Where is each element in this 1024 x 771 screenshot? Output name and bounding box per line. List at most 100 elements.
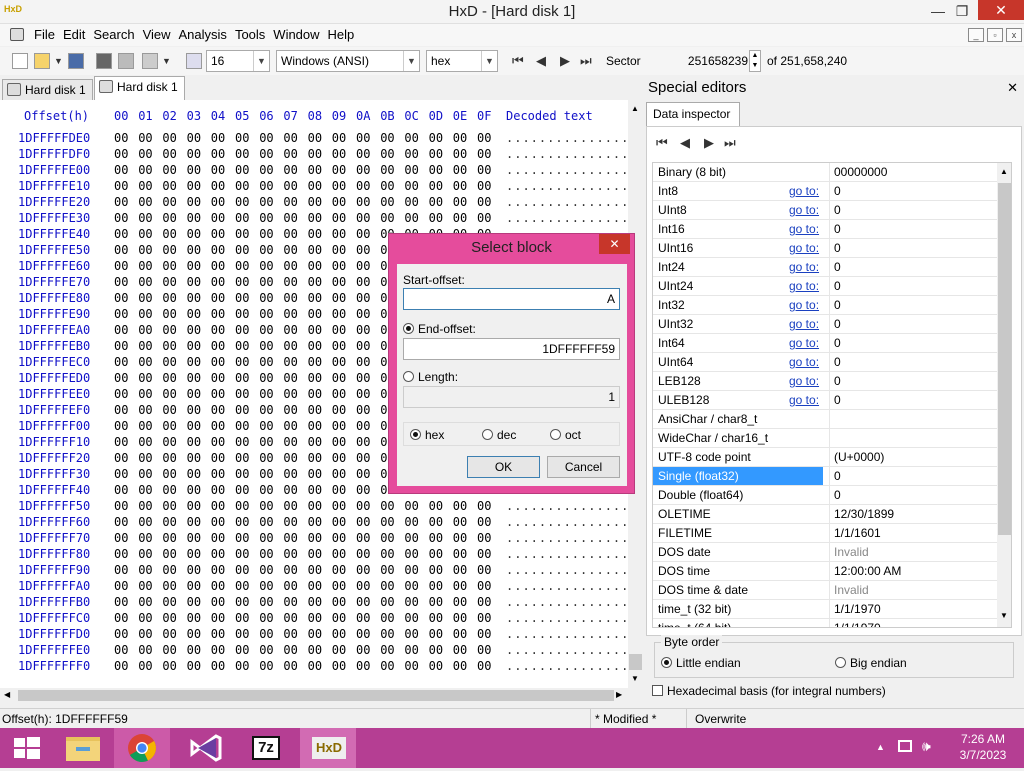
hex-byte[interactable]: 00 [283, 290, 301, 306]
hex-byte[interactable]: 00 [308, 146, 326, 162]
hex-byte[interactable]: 00 [138, 546, 156, 562]
hex-byte[interactable]: 00 [187, 226, 205, 242]
hex-byte[interactable]: 00 [187, 546, 205, 562]
hex-byte[interactable]: 00 [138, 658, 156, 674]
hex-byte[interactable]: 00 [114, 274, 132, 290]
hex-byte[interactable]: 00 [138, 594, 156, 610]
hex-byte[interactable]: 00 [356, 162, 374, 178]
decoded-text[interactable]: ................ [506, 626, 638, 642]
document-icon[interactable] [0, 24, 30, 46]
hex-byte[interactable]: 00 [259, 162, 277, 178]
hex-byte[interactable]: 00 [187, 386, 205, 402]
hex-byte[interactable]: 00 [356, 386, 374, 402]
inspector-row[interactable]: Double (float64) 0 [653, 486, 997, 505]
hex-byte[interactable]: 00 [283, 562, 301, 578]
hex-byte[interactable]: 00 [332, 450, 350, 466]
inspector-value[interactable]: 0 [829, 220, 997, 239]
hex-byte[interactable]: 00 [235, 610, 253, 626]
hex-byte[interactable]: 00 [429, 146, 447, 162]
hex-byte[interactable]: 00 [356, 658, 374, 674]
hex-byte[interactable]: 00 [138, 354, 156, 370]
hex-byte[interactable]: 00 [308, 242, 326, 258]
encoding-select[interactable]: Windows (ANSI) ▼ [276, 50, 420, 72]
hex-byte[interactable]: 00 [162, 562, 180, 578]
hex-byte[interactable]: 00 [259, 130, 277, 146]
inspector-value[interactable]: 1/1/1601 [829, 524, 997, 543]
inspector-row[interactable]: DOS time & date Invalid [653, 581, 997, 600]
hex-byte[interactable]: 00 [259, 514, 277, 530]
hex-byte[interactable]: 00 [211, 402, 229, 418]
hex-byte[interactable]: 00 [380, 498, 398, 514]
menu-file[interactable]: File [30, 24, 59, 46]
menu-analysis[interactable]: Analysis [175, 24, 231, 46]
hex-byte[interactable]: 00 [429, 210, 447, 226]
hex-byte[interactable]: 00 [187, 242, 205, 258]
hex-byte[interactable]: 00 [114, 146, 132, 162]
hex-byte[interactable]: 00 [162, 178, 180, 194]
hex-byte[interactable]: 00 [308, 514, 326, 530]
hex-byte[interactable]: 00 [235, 242, 253, 258]
hex-byte[interactable]: 00 [211, 242, 229, 258]
hex-byte[interactable]: 00 [429, 514, 447, 530]
hex-byte[interactable]: 00 [332, 530, 350, 546]
inspector-row[interactable]: UTF-8 code point (U+0000) [653, 448, 997, 467]
hex-byte[interactable]: 00 [162, 274, 180, 290]
hex-byte[interactable]: 00 [283, 610, 301, 626]
hex-byte[interactable]: 00 [404, 178, 422, 194]
hex-byte[interactable]: 00 [114, 322, 132, 338]
hex-byte[interactable]: 00 [308, 386, 326, 402]
hex-byte[interactable]: 00 [477, 210, 495, 226]
goto-link[interactable]: go to: [789, 277, 819, 295]
hex-byte[interactable]: 00 [477, 546, 495, 562]
scroll-up-icon[interactable]: ▲ [1000, 167, 1008, 176]
hex-byte[interactable]: 00 [477, 562, 495, 578]
hex-byte[interactable]: 00 [138, 578, 156, 594]
hex-byte[interactable]: 00 [477, 594, 495, 610]
hex-byte[interactable]: 00 [162, 466, 180, 482]
hex-byte[interactable]: 00 [235, 178, 253, 194]
hex-byte[interactable]: 00 [477, 146, 495, 162]
hex-byte[interactable]: 00 [235, 514, 253, 530]
hex-radio[interactable]: hex [410, 428, 444, 442]
hex-byte[interactable]: 00 [187, 562, 205, 578]
hex-byte[interactable]: 00 [356, 370, 374, 386]
end-offset-radio[interactable]: End-offset: [403, 322, 476, 336]
hex-byte[interactable]: 00 [308, 290, 326, 306]
hex-byte[interactable]: 00 [477, 626, 495, 642]
scroll-down-icon[interactable]: ▼ [1000, 611, 1008, 620]
inspector-row[interactable]: UInt32 go to: 0 [653, 315, 997, 334]
hex-byte[interactable]: 00 [235, 498, 253, 514]
hex-row[interactable]: 1DFFFFFE30 00 00 00 00 00 00 00 00 00 00 00 00 00 00 00… [0, 210, 637, 226]
hex-byte[interactable]: 00 [332, 642, 350, 658]
inspector-value[interactable]: Invalid [829, 543, 997, 562]
hex-byte[interactable]: 00 [138, 210, 156, 226]
file-explorer-icon[interactable] [56, 728, 112, 768]
decoded-text[interactable]: ................ [506, 562, 638, 578]
hex-byte[interactable]: 00 [187, 178, 205, 194]
hex-byte[interactable]: 00 [332, 242, 350, 258]
hex-byte[interactable]: 00 [308, 130, 326, 146]
hex-byte[interactable]: 00 [332, 610, 350, 626]
hex-byte[interactable]: 00 [356, 210, 374, 226]
hex-byte[interactable]: 00 [308, 658, 326, 674]
hex-byte[interactable]: 00 [235, 162, 253, 178]
inspector-row[interactable]: WideChar / char16_t [653, 429, 997, 448]
hex-byte[interactable]: 00 [138, 562, 156, 578]
inspector-value[interactable]: 1/1/1970 [829, 600, 997, 619]
hex-byte[interactable]: 00 [283, 210, 301, 226]
hex-byte[interactable]: 00 [114, 178, 132, 194]
inspector-value[interactable]: 0 [829, 467, 997, 486]
hex-byte[interactable]: 00 [187, 658, 205, 674]
inspector-row[interactable]: Binary (8 bit) 00000000 [653, 163, 997, 182]
hex-byte[interactable]: 00 [259, 370, 277, 386]
hex-byte[interactable]: 00 [211, 386, 229, 402]
hex-byte[interactable]: 00 [114, 386, 132, 402]
bytes-per-row-select[interactable]: 16 ▼ [206, 50, 270, 72]
hex-byte[interactable]: 00 [283, 178, 301, 194]
hex-byte[interactable]: 00 [138, 370, 156, 386]
hex-byte[interactable]: 00 [211, 418, 229, 434]
hex-byte[interactable]: 00 [114, 578, 132, 594]
hex-byte[interactable]: 00 [453, 498, 471, 514]
hex-byte[interactable]: 00 [114, 258, 132, 274]
panel-close-icon[interactable]: ✕ [1007, 80, 1018, 96]
